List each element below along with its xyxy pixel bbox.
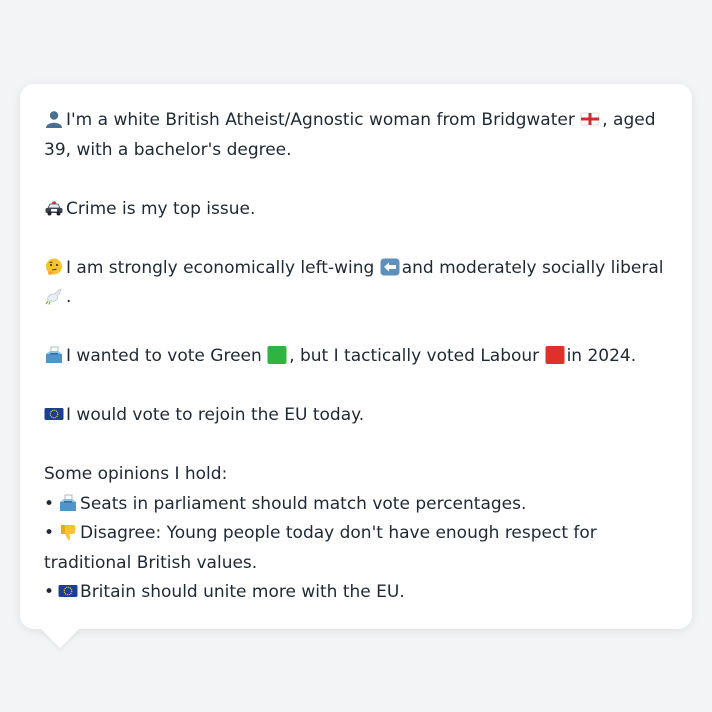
issue-line: Crime is my top issue. (44, 195, 668, 225)
eu-line: I would vote to rejoin the EU today. (44, 401, 668, 431)
econ-text-3: . (66, 287, 72, 307)
econ-text: I am strongly economically left-wing (66, 257, 375, 278)
ballot-box-icon (44, 346, 64, 364)
dove-icon (44, 287, 64, 305)
bullet: • (44, 523, 55, 543)
profile-bubble: I'm a white British Atheist/Agnostic wom… (20, 84, 692, 629)
opinion-text: Disagree: Young people today don't have … (44, 523, 597, 573)
bullet: • (44, 582, 55, 602)
ideology-line: I am strongly economically left-wing and… (44, 254, 668, 313)
person-silhouette-icon (44, 110, 64, 128)
red-square-icon (545, 346, 565, 364)
eu-flag-icon (44, 405, 64, 423)
vote-text-2: , but I tactically voted Labour (289, 346, 540, 366)
vote-text-3: in 2024. (566, 346, 637, 366)
opinion-text: Seats in parliament should match vote pe… (80, 493, 527, 514)
vote-text: I wanted to vote Green (66, 346, 262, 366)
thinking-face-icon (44, 258, 64, 276)
green-square-icon (267, 346, 287, 364)
issue-text: Crime is my top issue. (66, 198, 256, 219)
bubble-tail (40, 628, 80, 648)
eu-flag-icon (58, 582, 78, 600)
opinions-heading: Some opinions I hold: (44, 464, 228, 484)
vote-line: I wanted to vote Green , but I tacticall… (44, 342, 668, 372)
econ-text-2: and moderately socially liberal (401, 257, 664, 278)
thumbs-down-icon (58, 523, 78, 541)
police-car-icon (44, 199, 64, 217)
opinion-item: • Britain should unite more with the EU. (44, 578, 668, 608)
opinion-item: • Seats in parliament should match vote … (44, 490, 668, 520)
identity-text: I'm a white British Atheist/Agnostic wom… (66, 110, 575, 130)
opinion-text: Britain should unite more with the EU. (80, 582, 405, 602)
eu-text: I would vote to rejoin the EU today. (66, 405, 365, 425)
bullet: • (44, 493, 55, 514)
identity-line: I'm a white British Atheist/Agnostic wom… (44, 106, 668, 165)
left-arrow-icon (380, 258, 400, 276)
opinion-item: • Disagree: Young people today don't hav… (44, 519, 668, 578)
england-flag-icon (580, 110, 600, 128)
ballot-box-icon (58, 494, 78, 512)
